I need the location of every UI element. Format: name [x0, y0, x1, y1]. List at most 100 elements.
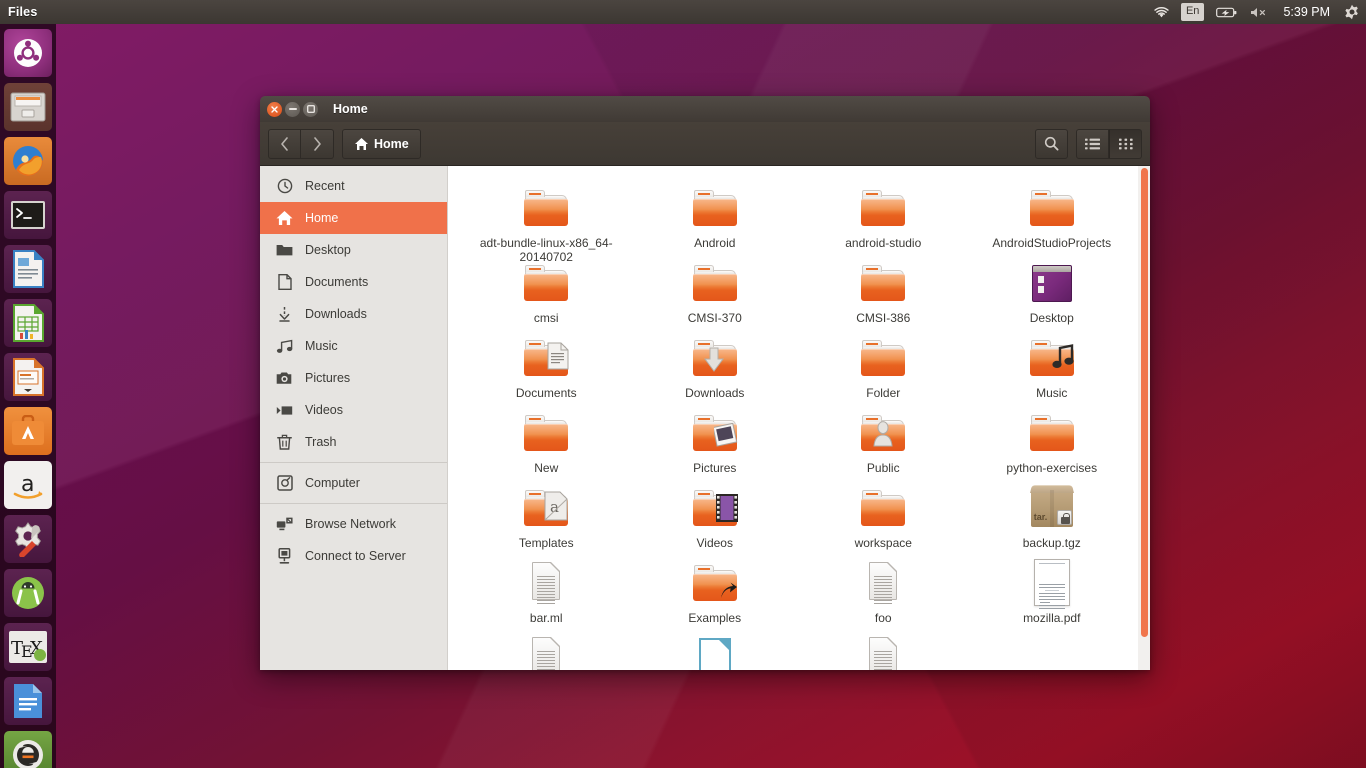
- file-item[interactable]: [462, 624, 631, 670]
- launcher-item-libreoffice-impress[interactable]: [4, 353, 52, 401]
- keyboard-layout-label: En: [1180, 3, 1205, 21]
- file-item[interactable]: Folder: [799, 324, 968, 400]
- file-icon: [859, 484, 907, 532]
- sidebar-item-trash[interactable]: Trash: [260, 426, 447, 458]
- panel-app-title[interactable]: Files: [8, 5, 38, 19]
- file-icon: [522, 184, 570, 232]
- gear-icon[interactable]: [1338, 0, 1366, 24]
- file-item[interactable]: bar.ml: [462, 549, 631, 625]
- launcher-item-amazon[interactable]: a: [4, 461, 52, 509]
- sidebar-item-music[interactable]: Music: [260, 330, 447, 362]
- sidebar-item-home[interactable]: Home: [260, 202, 447, 234]
- list-view-button[interactable]: [1076, 128, 1109, 159]
- file-item[interactable]: AndroidStudioProjects: [968, 174, 1137, 250]
- file-item[interactable]: [799, 624, 968, 670]
- file-item[interactable]: tar. backup.tgz: [968, 474, 1137, 550]
- scrollbar-thumb[interactable]: [1141, 168, 1148, 637]
- file-item[interactable]: Videos: [631, 474, 800, 550]
- forward-button[interactable]: [301, 128, 334, 159]
- window-titlebar[interactable]: Home: [260, 96, 1150, 122]
- file-label: workspace: [854, 536, 912, 550]
- sidebar-item-label: Videos: [305, 403, 343, 417]
- file-item[interactable]: Examples: [631, 549, 800, 625]
- folder-icon: [861, 190, 906, 226]
- file-label: Desktop: [1029, 311, 1074, 325]
- file-item[interactable]: CMSI-370: [631, 249, 800, 325]
- grid-view-button[interactable]: [1109, 128, 1142, 159]
- clock[interactable]: 5:39 PM: [1275, 5, 1338, 19]
- launcher-item-firefox[interactable]: [4, 137, 52, 185]
- launcher-item-text-editor[interactable]: [4, 677, 52, 725]
- file-item[interactable]: Public: [799, 399, 968, 475]
- file-item[interactable]: workspace: [799, 474, 968, 550]
- file-label: Pictures: [693, 461, 737, 475]
- launcher-item-libreoffice-writer[interactable]: [4, 245, 52, 293]
- file-item[interactable]: a Templates: [462, 474, 631, 550]
- window-minimize-button[interactable]: [285, 101, 300, 117]
- file-item[interactable]: foo: [799, 549, 968, 625]
- file-icon: [859, 634, 907, 670]
- file-item[interactable]: Downloads: [631, 324, 800, 400]
- file-item[interactable]: cmsi: [462, 249, 631, 325]
- window-maximize-button[interactable]: [303, 101, 318, 117]
- sidebar-separator: [260, 462, 447, 463]
- file-item[interactable]: CMSI-386: [799, 249, 968, 325]
- sidebar-item-recent[interactable]: Recent: [260, 170, 447, 202]
- vertical-scrollbar[interactable]: [1138, 166, 1150, 670]
- window-close-button[interactable]: [267, 101, 282, 117]
- file-item[interactable]: Pictures: [631, 399, 800, 475]
- search-button[interactable]: [1035, 128, 1068, 159]
- volume-muted-icon[interactable]: [1244, 0, 1275, 24]
- file-item[interactable]: [631, 624, 800, 670]
- sidebar-item-documents[interactable]: Documents: [260, 266, 447, 298]
- file-icon: [691, 259, 739, 307]
- file-item[interactable]: Documents: [462, 324, 631, 400]
- gear-wrench-icon: [15, 522, 41, 557]
- launcher-item-dash-home[interactable]: [4, 29, 52, 77]
- sidebar-item-pictures[interactable]: Pictures: [260, 362, 447, 394]
- file-item[interactable]: mozilla.pdf: [968, 549, 1137, 625]
- sidebar-item-computer[interactable]: Computer: [260, 467, 447, 499]
- file-label: Templates: [518, 536, 574, 550]
- sidebar-item-desktop[interactable]: Desktop: [260, 234, 447, 266]
- launcher-item-terminal[interactable]: [4, 191, 52, 239]
- tex-icon: T E X: [9, 631, 47, 663]
- file-icon: [522, 559, 570, 607]
- back-button[interactable]: [268, 128, 301, 159]
- file-label: android-studio: [845, 236, 922, 250]
- file-item[interactable]: android-studio: [799, 174, 968, 250]
- file-icon: tar.: [1028, 484, 1076, 532]
- file-icon: [1028, 559, 1076, 609]
- file-item[interactable]: Android: [631, 174, 800, 250]
- battery-icon[interactable]: [1210, 0, 1244, 24]
- file-item[interactable]: [968, 624, 1137, 670]
- folder-icon: [524, 415, 569, 451]
- launcher-item-software-updater[interactable]: [4, 731, 52, 768]
- pdf-file-icon: [1033, 559, 1070, 609]
- window-toolbar: Home: [260, 122, 1150, 166]
- wifi-icon[interactable]: [1148, 0, 1175, 24]
- file-listing-area: adt-bundle-linux-x86_64-20140702 Android a…: [448, 166, 1150, 670]
- file-item[interactable]: Music: [968, 324, 1137, 400]
- grid-view-icon: [1118, 138, 1133, 149]
- breadcrumb-home-button[interactable]: Home: [342, 128, 421, 159]
- sidebar-item-connect-to-server[interactable]: Connect to Server: [260, 540, 447, 572]
- sidebar-item-browse-network[interactable]: Browse Network: [260, 508, 447, 540]
- launcher-item-software-center[interactable]: [4, 407, 52, 455]
- symlink-emblem-icon: [718, 580, 738, 605]
- file-item[interactable]: Desktop: [968, 249, 1137, 325]
- sidebar-item-downloads[interactable]: Downloads: [260, 298, 447, 330]
- launcher-item-texmaker[interactable]: T E X: [4, 623, 52, 671]
- file-icon: [522, 634, 570, 670]
- sidebar-item-videos[interactable]: Videos: [260, 394, 447, 426]
- launcher-item-system-settings[interactable]: [4, 515, 52, 563]
- file-item[interactable]: adt-bundle-linux-x86_64-20140702: [462, 174, 631, 264]
- launcher-item-android-studio[interactable]: [4, 569, 52, 617]
- launcher-item-files[interactable]: [4, 83, 52, 131]
- file-item[interactable]: New: [462, 399, 631, 475]
- file-item[interactable]: python-exercises: [968, 399, 1137, 475]
- folder-icon: [861, 340, 906, 376]
- file-icon: [522, 259, 570, 307]
- launcher-item-libreoffice-calc[interactable]: [4, 299, 52, 347]
- keyboard-layout-indicator[interactable]: En: [1175, 0, 1210, 24]
